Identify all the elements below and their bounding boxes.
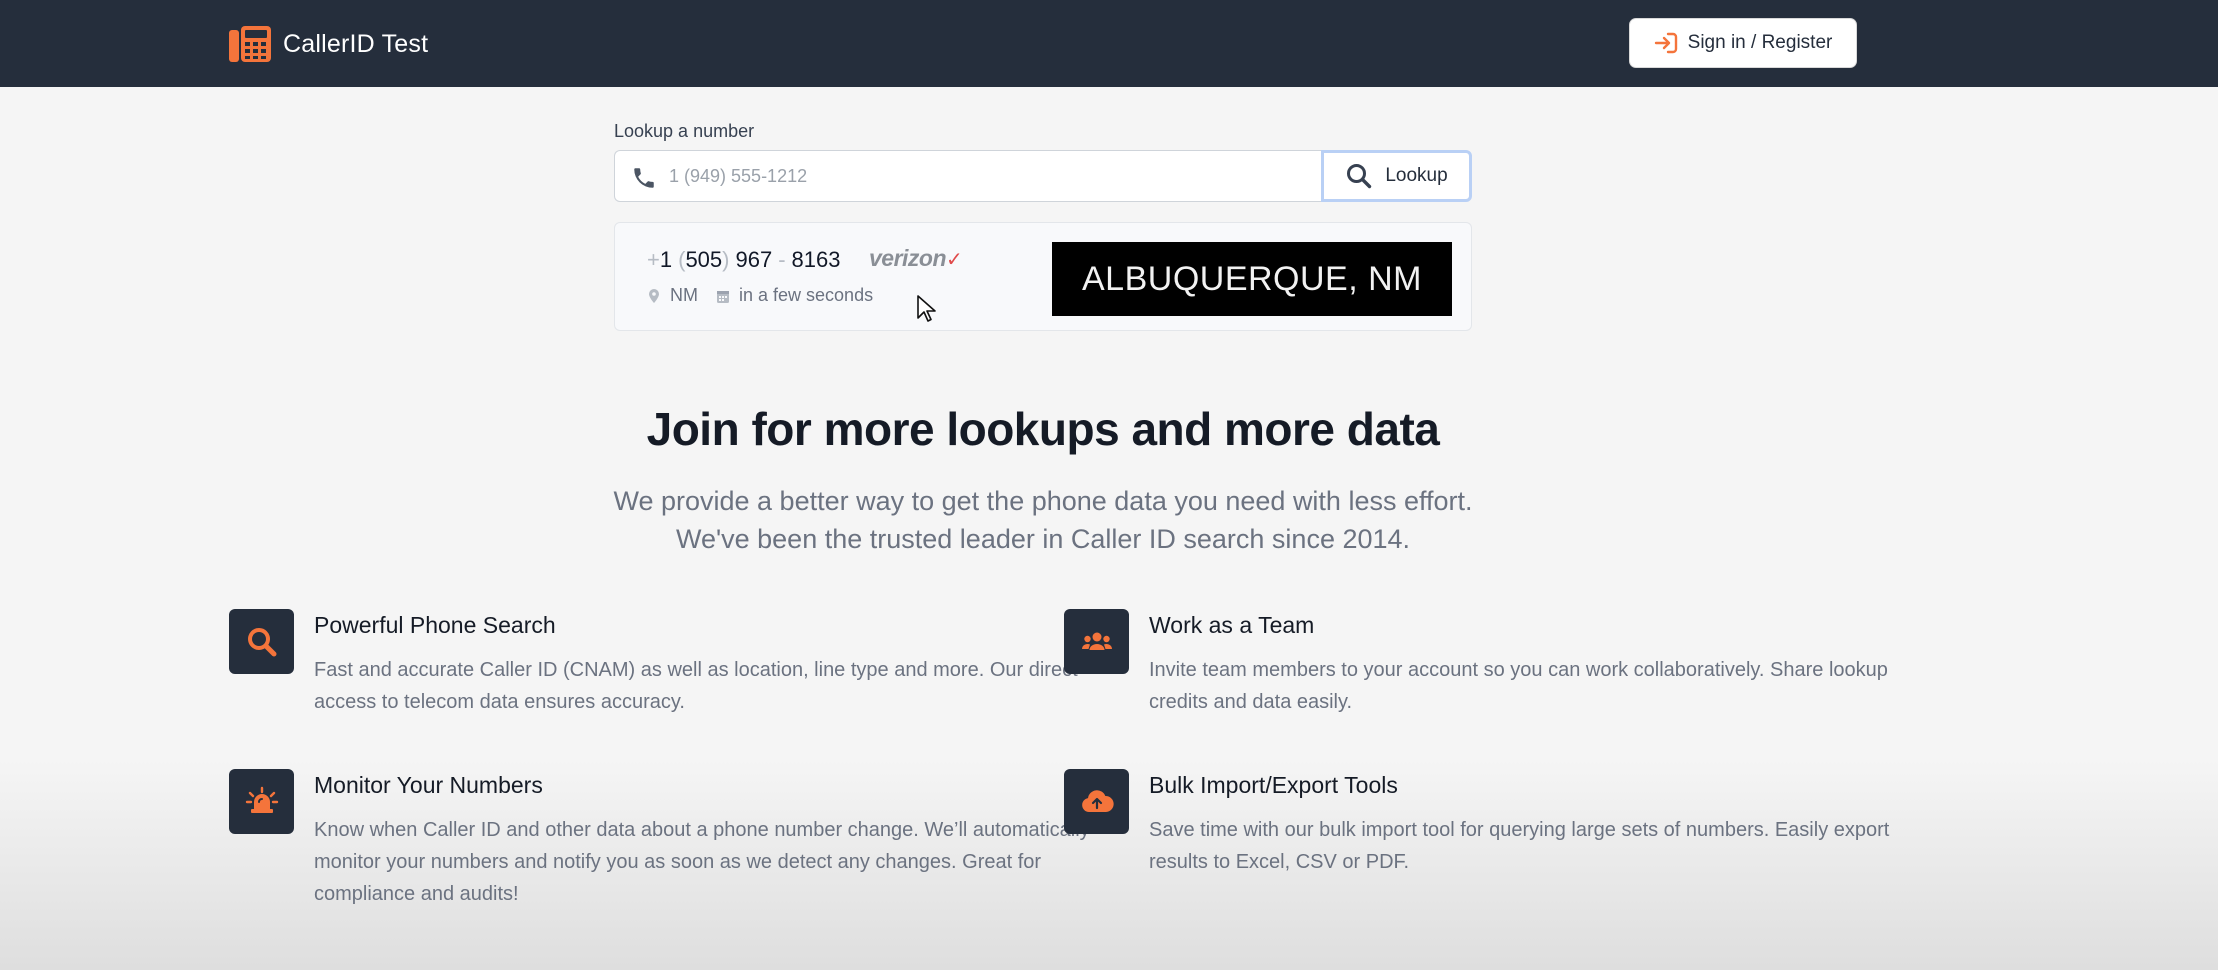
feature-description: Invite team members to your account so y… (1149, 659, 1888, 713)
carrier-name: verizon (869, 245, 947, 271)
feature-title: Powerful Phone Search (314, 612, 556, 638)
sign-in-register-button[interactable]: Sign in / Register (1629, 18, 1857, 68)
result-phone-number: + 1 ( 505 ) 967 - 8163 (647, 247, 846, 273)
lookup-button-label: Lookup (1385, 165, 1448, 186)
result-meta: NM in a few seconds (647, 285, 873, 306)
team-icon (1081, 632, 1112, 650)
result-state: NM (670, 285, 698, 305)
exchange-code: 967 (735, 247, 773, 272)
feature-title: Bulk Import/Export Tools (1149, 772, 1398, 798)
search-icon (1347, 164, 1372, 189)
lookup-button[interactable]: Lookup (1321, 150, 1472, 202)
result-timestamp: in a few seconds (739, 285, 874, 305)
feature-icon-tile (1064, 769, 1129, 834)
country-code: 1 (659, 247, 673, 272)
close-paren: ) (722, 247, 730, 272)
lookup-label: Lookup a number (614, 121, 755, 141)
phone-number-input[interactable] (669, 151, 1309, 201)
feature-description: Know when Caller ID and other data about… (314, 819, 1090, 905)
map-pin-icon (649, 288, 659, 303)
feature-description: Fast and accurate Caller ID (CNAM) as we… (314, 659, 1078, 713)
line-number: 8163 (791, 247, 841, 272)
feature-description: Save time with our bulk import tool for … (1149, 819, 1890, 873)
calendar-icon (717, 290, 729, 303)
feature-icon-tile (229, 609, 294, 674)
cloud-upload-icon (1081, 789, 1114, 812)
mouse-pointer-icon (917, 295, 936, 322)
carrier-logo: verizon✓ (869, 245, 963, 272)
area-code: 505 (685, 247, 723, 272)
feature-title: Work as a Team (1149, 612, 1315, 638)
hero-subtitle: We provide a better way to get the phone… (613, 486, 1473, 554)
feature-title: Monitor Your Numbers (314, 772, 543, 798)
sign-in-register-label: Sign in / Register (1687, 32, 1833, 53)
open-paren: ( (678, 247, 686, 272)
caller-id-display: ALBUQUERQUE, NM (1052, 242, 1452, 316)
lookup-form: Lookup (614, 150, 1472, 202)
brand-name: CallerID Test (283, 29, 429, 58)
feature-icon-tile (1064, 609, 1129, 674)
lookup-result-card[interactable]: + 1 ( 505 ) 967 - 8163 verizon✓ NM in a … (614, 222, 1472, 331)
lookup-input-wrapper (614, 150, 1321, 202)
carrier-check-mark: ✓ (946, 249, 963, 271)
phone-icon (634, 168, 654, 188)
hero-title: Join for more lookups and more data (646, 403, 1440, 455)
phone-keypad-logo-icon (229, 26, 271, 62)
sign-in-arrow-icon (1654, 32, 1677, 54)
number-dash: - (778, 247, 786, 272)
search-icon (247, 627, 276, 656)
feature-icon-tile (229, 769, 294, 834)
brand-link[interactable]: CallerID Test (229, 24, 428, 64)
alarm-light-icon (245, 786, 278, 813)
plus-sign: + (647, 247, 660, 272)
navbar: CallerID Test Sign in / Register (0, 0, 2218, 87)
